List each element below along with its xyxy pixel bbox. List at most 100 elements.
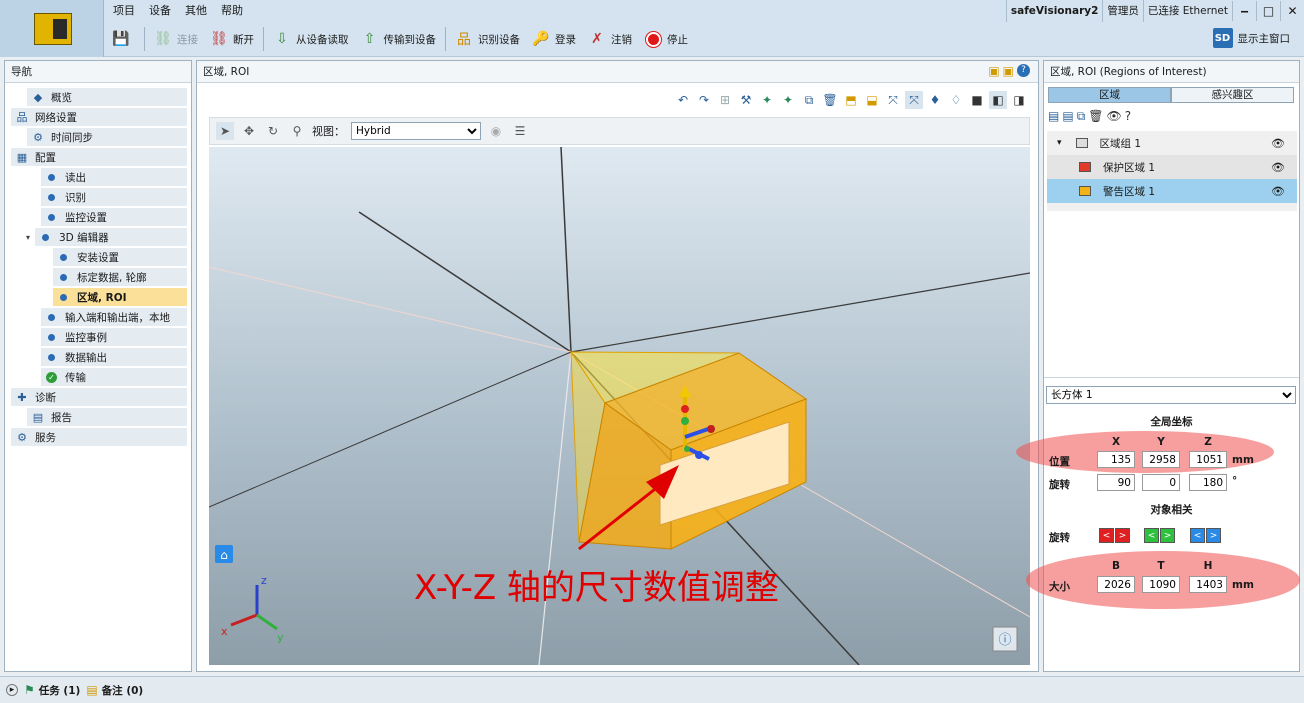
wrench-icon[interactable]: ⚒ [737, 91, 755, 109]
export-icon[interactable]: ⬓ [863, 91, 881, 109]
close-button[interactable]: ✕ [1280, 1, 1304, 21]
maximize-button[interactable]: □ [1256, 1, 1280, 21]
nav-item[interactable]: ⚙ 时间同步 [5, 127, 191, 147]
delete-icon[interactable]: 🗑 [821, 91, 839, 109]
help-icon[interactable]: ? [1017, 64, 1030, 77]
nav-item-body[interactable]: 标定数据, 轮廓 [53, 268, 187, 286]
nav-item-body[interactable]: 区域, ROI [53, 288, 187, 306]
nav-item[interactable]: 输入端和输出端，本地 [5, 307, 191, 327]
nav-item-body[interactable]: ⚙ 时间同步 [27, 128, 187, 146]
nav-item[interactable]: 识别 [5, 187, 191, 207]
nav-item-body[interactable]: 安装设置 [53, 248, 187, 266]
tab-roi[interactable]: 感兴趣区 [1171, 87, 1294, 103]
nav-item-body[interactable]: ✚ 诊断 [11, 388, 187, 406]
nav-item[interactable]: ▤ 报告 [5, 407, 191, 427]
rotation-y-input[interactable] [1142, 474, 1180, 491]
warning-zone-row[interactable]: 警告区域 1 👁 [1047, 179, 1297, 203]
nav-item-body[interactable]: 识别 [41, 188, 187, 206]
rotation-z-input[interactable] [1189, 474, 1227, 491]
align-icon[interactable]: ⊞ [716, 91, 734, 109]
eye-icon[interactable]: 👁 [1271, 185, 1285, 198]
nav-item[interactable]: ▸✚诊断 [5, 387, 191, 407]
camera-view-icon[interactable]: ◨ [1010, 91, 1028, 109]
nav-item[interactable]: ▸品网络设置 [5, 107, 191, 127]
tooltip-alt-icon[interactable]: ▣ [1003, 64, 1014, 78]
expand-bottom-icon[interactable]: ▸ [6, 684, 18, 696]
solid-view-icon[interactable]: ■ [968, 91, 986, 109]
menu-other[interactable]: 其他 [178, 2, 214, 20]
move-icon[interactable]: ⤧ [905, 91, 923, 109]
expand-icon[interactable]: ▾ [1057, 138, 1062, 148]
nav-item-body[interactable]: ✓ 传输 [41, 368, 187, 386]
user-role[interactable]: 管理员 [1102, 0, 1143, 22]
logout-button[interactable]: ✗ 注销 [582, 25, 638, 53]
view-select[interactable]: Hybrid [351, 122, 481, 140]
hybrid-view-icon[interactable]: ◧ [989, 91, 1007, 109]
nav-item[interactable]: 数据输出 [5, 347, 191, 367]
protective-zone-row[interactable]: 保护区域 1 👁 [1047, 155, 1297, 179]
tooltip-icon[interactable]: ▣ [988, 64, 999, 78]
disconnect-button[interactable]: ⛓ 断开 [204, 25, 260, 53]
position-y-input[interactable] [1142, 451, 1180, 468]
add-zone-icon[interactable]: ▤ [1048, 109, 1059, 127]
add-zone-alt-icon[interactable]: ▤ [1062, 109, 1073, 127]
nav-item[interactable]: 区域, ROI [5, 287, 191, 307]
zoom-icon[interactable]: ⚲ [288, 122, 306, 140]
eye-icon[interactable]: 👁 [1271, 161, 1285, 174]
nav-item-body[interactable]: 监控设置 [41, 208, 187, 226]
login-button[interactable]: 🔑 登录 [526, 25, 582, 53]
position-x-input[interactable] [1097, 451, 1135, 468]
rotate-z-left-button[interactable]: < [1190, 528, 1205, 543]
show-main-window-button[interactable]: SD 显示主窗口 [1212, 28, 1290, 48]
zone-group-row[interactable]: ▾ 区域组 1 👁 [1047, 131, 1297, 155]
import-icon[interactable]: ⬒ [842, 91, 860, 109]
rotate-icon[interactable]: ↻ [264, 122, 282, 140]
transfer-device-button[interactable]: ⇧ 传输到设备 [355, 25, 443, 53]
nav-item[interactable]: 安装设置 [5, 247, 191, 267]
nav-item-body[interactable]: 数据输出 [41, 348, 187, 366]
tasks-button[interactable]: ⚑ 任务 (1) [24, 683, 80, 698]
nav-item[interactable]: ▾▦配置 [5, 147, 191, 167]
add-group-icon[interactable]: ✦ [779, 91, 797, 109]
copy-icon[interactable]: ⧉ [800, 91, 818, 109]
pan-icon[interactable]: ✥ [240, 122, 258, 140]
select-cursor-icon[interactable]: ➤ [216, 122, 234, 140]
menu-project[interactable]: 项目 [106, 2, 142, 20]
rotate-x-left-button[interactable]: < [1099, 528, 1114, 543]
nav-item-body[interactable]: ▤ 报告 [27, 408, 187, 426]
nav-item-body[interactable]: ◆ 概览 [27, 88, 187, 106]
nav-item-body[interactable]: 品网络设置 [11, 108, 187, 126]
nav-item-body[interactable]: 输入端和输出端，本地 [41, 308, 187, 326]
undo-icon[interactable]: ↶ [674, 91, 692, 109]
identify-device-button[interactable]: 品识别设备 [449, 25, 526, 53]
position-z-input[interactable] [1189, 451, 1227, 468]
nav-item-body[interactable]: ⚙ 服务 [11, 428, 187, 446]
stop-button[interactable]: 停止 [638, 25, 694, 53]
connect-button[interactable]: ⛓ 连接 [148, 25, 204, 53]
minimize-button[interactable]: ‒ [1232, 1, 1256, 21]
size-b-input[interactable] [1097, 576, 1135, 593]
shape-select[interactable]: 长方体 1 [1046, 386, 1296, 404]
nav-item[interactable]: ◆ 概览 [5, 87, 191, 107]
nav-item-body[interactable]: ▦ 配置 [11, 148, 187, 166]
nav-item-body[interactable]: 读出 [41, 168, 187, 186]
delete-zone-icon[interactable]: 🗑 [1088, 109, 1103, 127]
nav-item-body[interactable]: 监控事例 [41, 328, 187, 346]
nav-item[interactable]: 读出 [5, 167, 191, 187]
redo-icon[interactable]: ↷ [695, 91, 713, 109]
add-object-icon[interactable]: ✦ [758, 91, 776, 109]
nav-item[interactable]: 标定数据, 轮廓 [5, 267, 191, 287]
nav-item[interactable]: 监控事例 [5, 327, 191, 347]
pin-alt-icon[interactable]: ♢ [947, 91, 965, 109]
rotate-y-left-button[interactable]: < [1144, 528, 1159, 543]
pin-icon[interactable]: ♦ [926, 91, 944, 109]
size-h-input[interactable] [1189, 576, 1227, 593]
rotate-z-right-button[interactable]: > [1206, 528, 1221, 543]
list-icon[interactable]: ☰ [511, 122, 529, 140]
menu-device[interactable]: 设备 [142, 2, 178, 20]
palette-icon[interactable]: ◉ [487, 122, 505, 140]
menu-help[interactable]: 帮助 [214, 2, 250, 20]
nav-item-body[interactable]: 3D 编辑器 [35, 228, 187, 246]
rotation-x-input[interactable] [1097, 474, 1135, 491]
help-zone-icon[interactable]: ? [1125, 109, 1131, 127]
